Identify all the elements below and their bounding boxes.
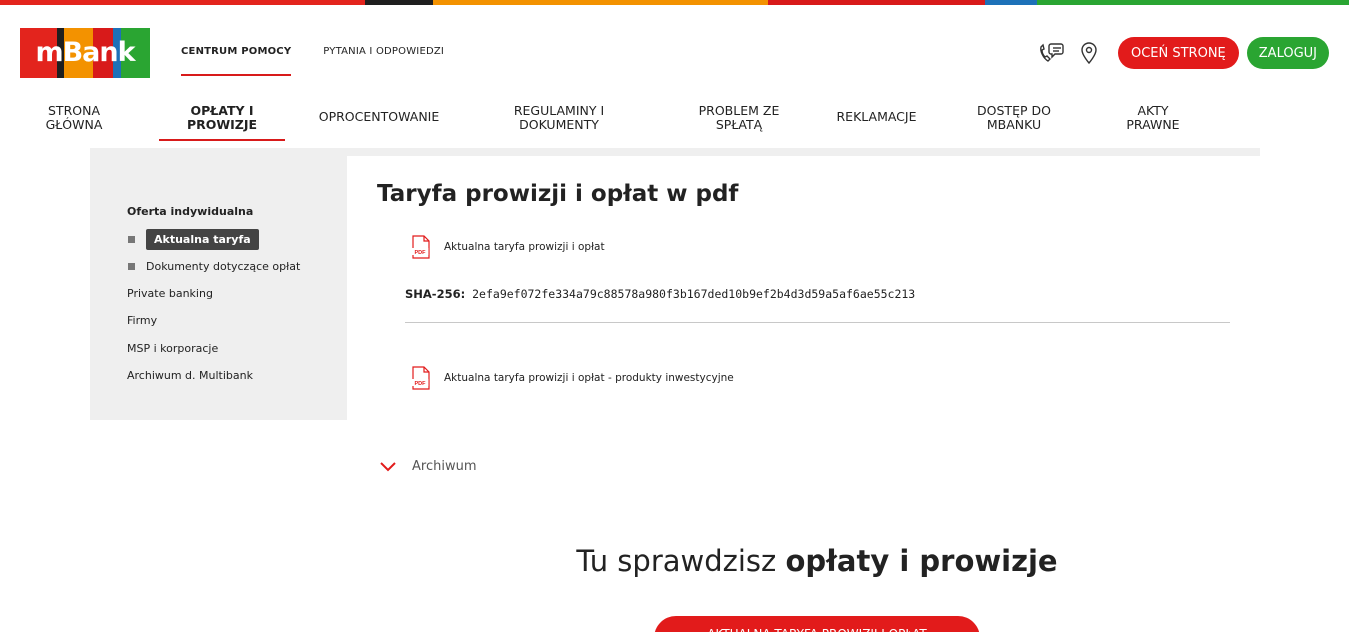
pdf-icon-text: PDF <box>415 381 427 387</box>
nav-item-oplaty-i-prowizje[interactable]: OPŁATY I PROWIZJE <box>159 100 285 141</box>
sidebar-item-label: Aktualna taryfa <box>146 229 259 250</box>
nav-item-oprocentowanie[interactable]: OPROCENTOWANIE <box>310 100 448 141</box>
phone-chat-icon[interactable] <box>1036 38 1066 68</box>
pdf-icon: PDF <box>411 366 430 390</box>
topbar-segment-green <box>1037 0 1349 5</box>
nav-item-reklamacje[interactable]: REKLAMACJE <box>825 100 928 141</box>
sidebar-item-archiwum-multibank[interactable]: Archiwum d. Multibank <box>127 369 253 382</box>
top-color-bar <box>0 0 1349 5</box>
pdf-icon: PDF <box>411 235 430 259</box>
nav-item-problem-ze-splata[interactable]: PROBLEM ZE SPŁATĄ <box>684 100 794 141</box>
topbar-segment-orange <box>433 0 768 5</box>
chevron-down-icon <box>380 461 396 471</box>
mbank-logo[interactable]: mBank <box>20 28 150 78</box>
nav-line1: OPŁATY I <box>190 103 254 118</box>
document-label: Aktualna taryfa prowizji i opłat <box>444 241 605 253</box>
content-panel-top <box>90 148 1260 156</box>
nav-line2: PRAWNE <box>1126 117 1180 132</box>
logo-text: mBank <box>35 37 135 68</box>
nav-line2: DOKUMENTY <box>519 117 599 132</box>
nav-line2: GŁÓWNA <box>45 117 103 132</box>
bullet-icon <box>128 263 135 270</box>
promo-text-bold: opłaty i prowizje <box>785 544 1058 578</box>
sha-checksum: SHA-256: 2efa9ef072fe334a79c88578a980f3b… <box>405 287 915 301</box>
nav-item-strona-glowna[interactable]: STRONA GŁÓWNA <box>30 100 118 141</box>
sha-label: SHA-256: <box>405 287 466 301</box>
sha-value: 2efa9ef072fe334a79c88578a980f3b167ded10b… <box>472 287 916 301</box>
nav-line1: PROBLEM ZE <box>698 103 780 118</box>
header-tabs: CENTRUM POMOCY PYTANIA I ODPOWIEDZI <box>181 44 444 76</box>
location-pin-icon[interactable] <box>1074 38 1104 68</box>
sidebar-item-aktualna-taryfa[interactable]: Aktualna taryfa <box>128 229 259 250</box>
document-link-taryfa[interactable]: PDF Aktualna taryfa prowizji i opłat <box>411 235 605 259</box>
nav-item-regulaminy-i-dokumenty[interactable]: REGULAMINY I DOKUMENTY <box>495 100 623 141</box>
topbar-segment-red2 <box>768 0 985 5</box>
pdf-icon-text: PDF <box>415 250 427 256</box>
nav-line2: PROWIZJE <box>186 117 258 132</box>
tab-pytania-i-odpowiedzi[interactable]: PYTANIA I ODPOWIEDZI <box>323 44 444 76</box>
topbar-segment-black <box>365 0 433 5</box>
nav-line1: REKLAMACJE <box>836 109 917 124</box>
archive-label: Archiwum <box>412 459 477 474</box>
nav-line1: DOSTĘP DO <box>977 103 1051 118</box>
nav-item-akty-prawne[interactable]: AKTY PRAWNE <box>1113 100 1193 141</box>
rate-page-button[interactable]: OCEŃ STRONĘ <box>1117 37 1239 69</box>
nav-item-dostep-do-mbanku[interactable]: DOSTĘP DO MBANKU <box>964 100 1064 141</box>
document-label: Aktualna taryfa prowizji i opłat - produ… <box>444 372 734 384</box>
sidebar-item-label: Dokumenty dotyczące opłat <box>146 260 301 273</box>
tab-centrum-pomocy[interactable]: CENTRUM POMOCY <box>181 44 292 76</box>
header-tools: OCEŃ STRONĘ ZALOGUJ <box>1036 37 1329 69</box>
nav-line2: SPŁATĄ <box>715 117 763 132</box>
topbar-segment-red <box>0 0 365 5</box>
nav-line1: STRONA <box>48 103 100 118</box>
divider <box>405 322 1230 323</box>
nav-line1: OPROCENTOWANIE <box>318 109 440 124</box>
sidebar-item-msp-i-korporacje[interactable]: MSP i korporacje <box>127 342 218 355</box>
nav-line1: REGULAMINY I <box>513 103 605 118</box>
sidebar-heading: Oferta indywidualna <box>127 205 254 218</box>
promo-text: Tu sprawdzisz <box>576 544 786 578</box>
sidebar: Oferta indywidualna Aktualna taryfa Doku… <box>90 156 347 420</box>
sidebar-item-private-banking[interactable]: Private banking <box>127 287 213 300</box>
nav-line1: AKTY <box>1137 103 1169 118</box>
login-button[interactable]: ZALOGUJ <box>1246 37 1329 69</box>
promo-heading: Tu sprawdzisz opłaty i prowizje <box>0 544 1349 578</box>
topbar-segment-blue <box>985 0 1037 5</box>
nav-line2: MBANKU <box>986 117 1042 132</box>
bullet-icon <box>128 236 135 243</box>
page-title: Taryfa prowizji i opłat w pdf <box>377 181 739 207</box>
main-navigation: STRONA GŁÓWNA OPŁATY I PROWIZJE OPROCENTOW… <box>0 100 1349 142</box>
archive-toggle[interactable]: Archiwum <box>379 459 477 474</box>
sidebar-item-dokumenty-dotyczace-oplat[interactable]: Dokumenty dotyczące opłat <box>128 260 300 273</box>
sidebar-item-firmy[interactable]: Firmy <box>127 314 157 327</box>
document-link-taryfa-inwestycyjne[interactable]: PDF Aktualna taryfa prowizji i opłat - p… <box>411 366 734 390</box>
current-tariff-button[interactable]: AKTUALNA TARYFA PROWIZJI I OPŁAT <box>654 616 980 632</box>
